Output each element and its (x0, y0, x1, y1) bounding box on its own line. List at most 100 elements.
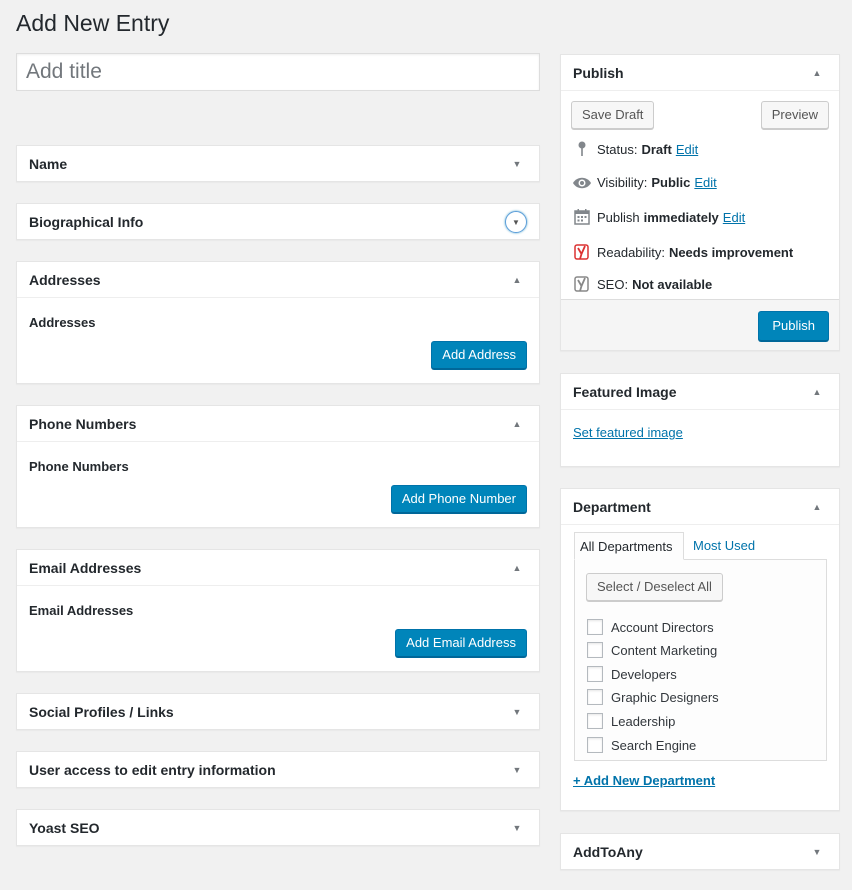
access-box-title: User access to edit entry information (29, 762, 276, 778)
status-label: Status: (597, 141, 638, 157)
readability-value: Needs improvement (668, 244, 794, 260)
yoast-box-title: Yoast SEO (29, 820, 100, 836)
name-box-title: Name (29, 156, 68, 172)
publish-actions: Publish (561, 299, 839, 350)
department-title: Department (573, 498, 651, 515)
chevron-up-icon[interactable]: ▲ (807, 387, 827, 397)
department-checkbox[interactable] (587, 619, 603, 635)
addresses-box-title: Addresses (29, 271, 101, 288)
chevron-down-icon[interactable]: ▼ (505, 211, 527, 233)
phones-box-title: Phone Numbers (29, 415, 137, 432)
department-item[interactable]: Leadership (587, 713, 675, 729)
addtoany-box: AddToAny ▼ (560, 833, 840, 870)
emails-box-title: Email Addresses (29, 559, 142, 576)
department-item-label: Account Directors (611, 619, 714, 635)
department-item-label: Developers (611, 666, 677, 682)
tab-all-departments[interactable]: All Departments (574, 532, 684, 560)
seo-value: Not available (632, 276, 713, 292)
department-item[interactable]: Search Engine (587, 737, 696, 753)
access-box: User access to edit entry information ▼ (16, 751, 540, 788)
title-input[interactable] (16, 53, 540, 91)
department-list-panel: Select / Deselect All Account Directors … (574, 559, 827, 761)
chevron-up-icon[interactable]: ▲ (507, 275, 527, 285)
visibility-label: Visibility: (597, 175, 648, 190)
department-header[interactable]: Department ▲ (561, 489, 839, 525)
social-box-header[interactable]: Social Profiles / Links ▼ (17, 694, 539, 730)
publish-box-header[interactable]: Publish ▲ (561, 55, 839, 91)
chevron-down-icon[interactable]: ▼ (507, 823, 527, 833)
add-new-department-link[interactable]: + Add New Department (573, 773, 715, 788)
edit-schedule-link[interactable]: Edit (723, 210, 745, 225)
chevron-up-icon[interactable]: ▲ (507, 563, 527, 573)
department-checkbox[interactable] (587, 642, 603, 658)
calendar-icon (571, 209, 593, 225)
featured-image-header[interactable]: Featured Image ▲ (561, 374, 839, 410)
name-box-header[interactable]: Name ▼ (17, 146, 539, 182)
emails-box: Email Addresses ▲ Email Addresses Add Em… (16, 549, 540, 672)
chevron-down-icon[interactable]: ▼ (507, 765, 527, 775)
department-checkbox[interactable] (587, 689, 603, 705)
addresses-box-header[interactable]: Addresses ▲ (17, 262, 539, 298)
readability-label: Readability: (597, 244, 665, 260)
department-item-label: Content Marketing (611, 642, 718, 658)
edit-visibility-link[interactable]: Edit (694, 175, 716, 190)
tab-most-used[interactable]: Most Used (693, 538, 755, 553)
access-box-header[interactable]: User access to edit entry information ▼ (17, 752, 539, 788)
add-address-button[interactable]: Add Address (431, 341, 527, 369)
select-deselect-all-button[interactable]: Select / Deselect All (586, 573, 723, 601)
yoast-box-header[interactable]: Yoast SEO ▼ (17, 810, 539, 846)
yoast-box: Yoast SEO ▼ (16, 809, 540, 846)
schedule-label: Publish (597, 209, 640, 225)
preview-button[interactable]: Preview (760, 101, 829, 129)
department-checkbox[interactable] (587, 666, 603, 682)
phones-label: Phone Numbers (29, 459, 129, 474)
phones-box-header[interactable]: Phone Numbers ▲ (17, 406, 539, 442)
yoast-readability-icon (571, 243, 593, 261)
department-item[interactable]: Developers (587, 666, 677, 682)
add-phone-button[interactable]: Add Phone Number (390, 485, 527, 513)
social-box: Social Profiles / Links ▼ (16, 693, 540, 730)
pin-icon (571, 141, 593, 157)
addtoany-header[interactable]: AddToAny ▼ (561, 834, 839, 870)
chevron-down-icon[interactable]: ▼ (507, 707, 527, 717)
emails-box-header[interactable]: Email Addresses ▲ (17, 550, 539, 586)
schedule-value: immediately (643, 209, 719, 225)
readability-row: Readability: Needs improvement (571, 243, 793, 261)
department-item[interactable]: Content Marketing (587, 642, 717, 658)
department-item-label: Leadership (611, 713, 676, 729)
set-featured-image-link[interactable]: Set featured image (573, 425, 683, 440)
addresses-label: Addresses (29, 315, 96, 330)
visibility-value: Public (651, 175, 691, 190)
bio-box: Biographical Info ▼ (16, 203, 540, 240)
phones-box: Phone Numbers ▲ Phone Numbers Add Phone … (16, 405, 540, 528)
department-item-label: Search Engine (611, 737, 697, 753)
department-item[interactable]: Graphic Designers (587, 689, 719, 705)
yoast-seo-icon (571, 275, 593, 293)
department-item-label: Graphic Designers (611, 689, 719, 705)
bio-box-header[interactable]: Biographical Info ▼ (17, 204, 539, 240)
featured-image-box: Featured Image ▲ Set featured image (560, 373, 840, 467)
publish-button[interactable]: Publish (758, 311, 829, 341)
schedule-row: Publish immediately Edit (571, 209, 745, 225)
chevron-down-icon[interactable]: ▼ (807, 847, 827, 857)
eye-icon (571, 176, 593, 190)
seo-row: SEO: Not available (571, 275, 712, 293)
chevron-up-icon[interactable]: ▲ (807, 502, 827, 512)
chevron-up-icon[interactable]: ▲ (807, 68, 827, 78)
status-row: Status: Draft Edit (571, 141, 698, 157)
social-box-title: Social Profiles / Links (29, 704, 174, 720)
edit-status-link[interactable]: Edit (676, 142, 698, 157)
bio-box-title: Biographical Info (29, 214, 144, 230)
department-checkbox[interactable] (587, 737, 603, 753)
featured-image-title: Featured Image (573, 383, 677, 400)
chevron-down-icon[interactable]: ▼ (507, 159, 527, 169)
seo-label: SEO: (597, 276, 629, 292)
chevron-up-icon[interactable]: ▲ (507, 419, 527, 429)
publish-box-title: Publish (573, 64, 624, 81)
save-draft-button[interactable]: Save Draft (571, 101, 655, 129)
addresses-box: Addresses ▲ Addresses Add Address (16, 261, 540, 384)
page-title: Add New Entry (16, 10, 170, 36)
department-checkbox[interactable] (587, 713, 603, 729)
add-email-button[interactable]: Add Email Address (395, 629, 527, 657)
department-item[interactable]: Account Directors (587, 619, 714, 635)
